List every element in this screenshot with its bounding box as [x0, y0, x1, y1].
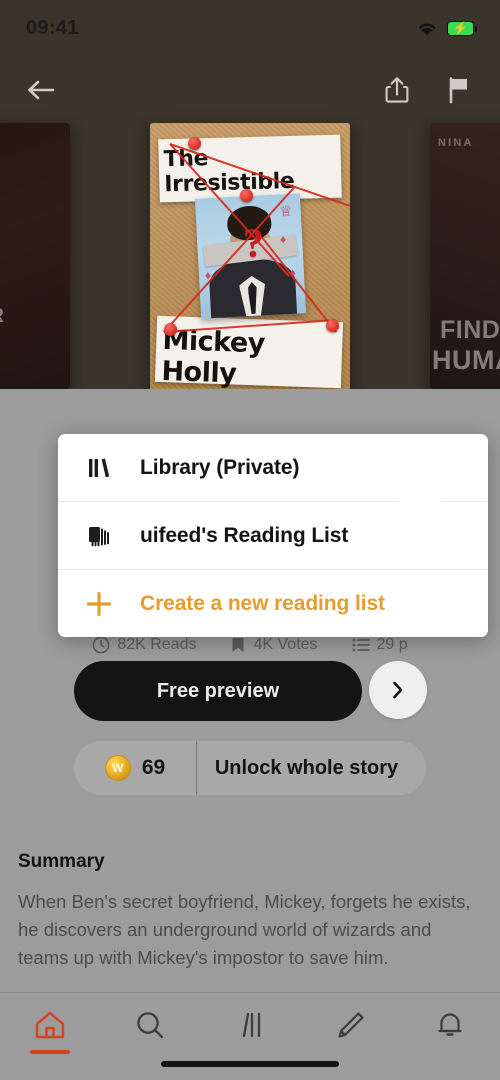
- app-screen: AY TER AY FITZZY NINA FIND HUMA: [0, 0, 500, 1080]
- plus-icon: [84, 590, 114, 618]
- reading-list-icon: [84, 523, 114, 549]
- popup-item-create-list-label: Create a new reading list: [140, 591, 385, 615]
- popup-item-create-list[interactable]: Create a new reading list: [58, 570, 488, 637]
- library-books-icon: [84, 455, 114, 481]
- popup-caret: [398, 500, 442, 521]
- reading-list-popup-menu: Library (Private) uifeed's Reading List …: [58, 434, 488, 637]
- popup-item-reading-list-label: uifeed's Reading List: [140, 523, 349, 547]
- popup-item-library-label: Library (Private): [140, 455, 300, 479]
- popup-item-library[interactable]: Library (Private): [58, 434, 488, 501]
